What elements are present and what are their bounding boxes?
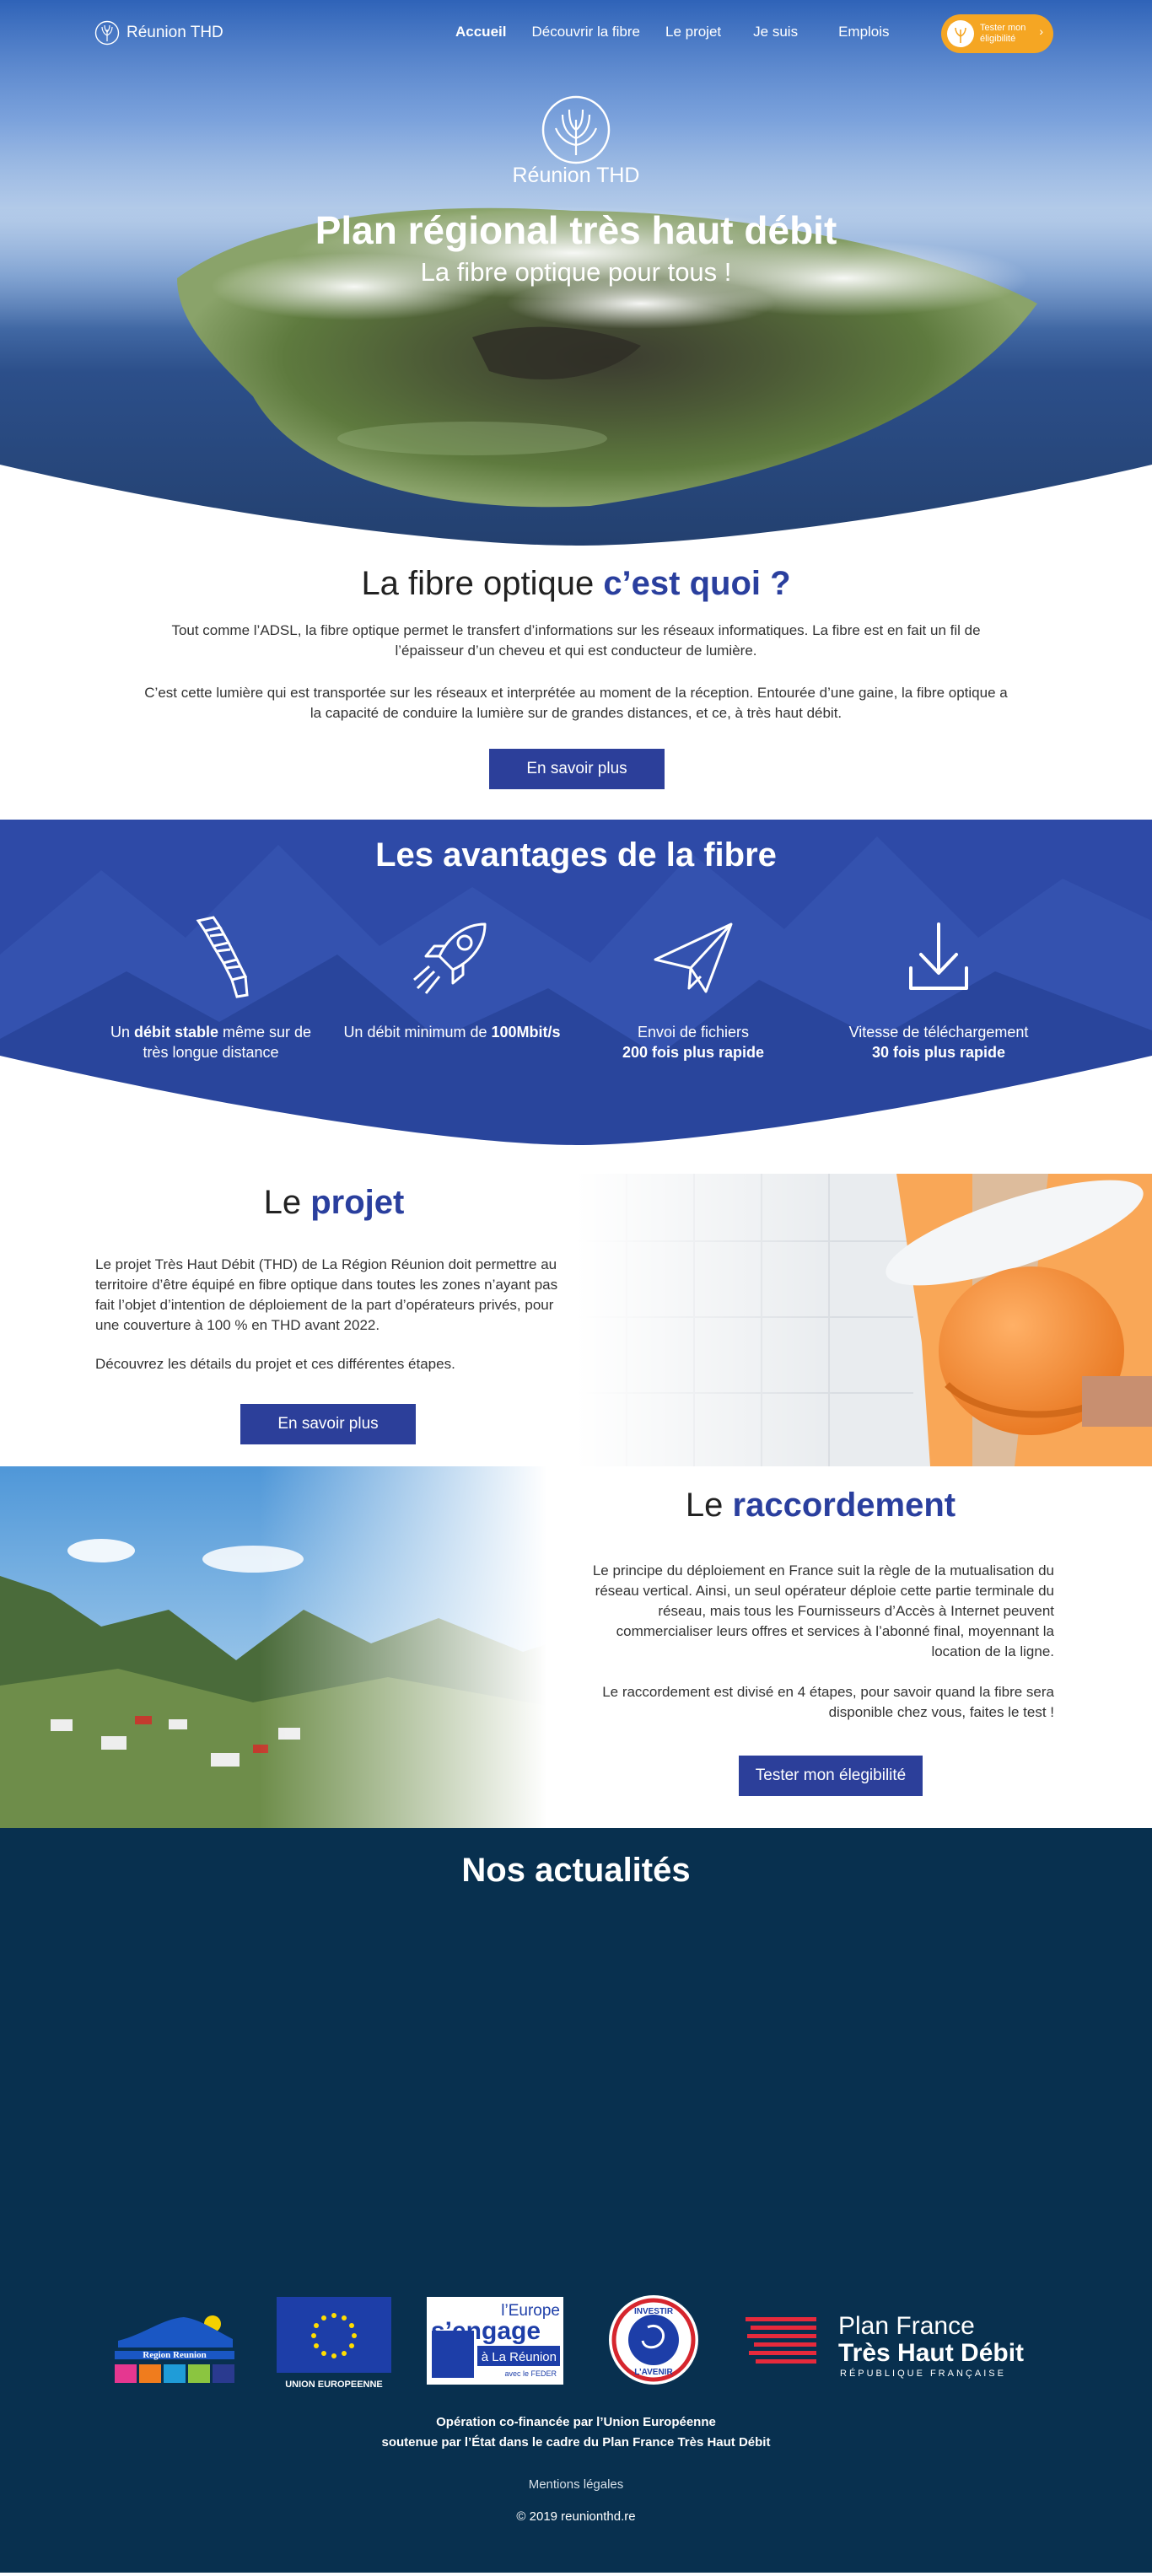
avantage-bold: 100Mbit/s <box>491 1024 561 1041</box>
avantage-text: Envoi de fichiers 200 fois plus rapide <box>584 1022 803 1062</box>
eligibility-button[interactable]: Tester mon éligibilité › <box>941 14 1053 53</box>
mentions-legales-link[interactable]: Mentions légales <box>529 2477 624 2492</box>
avantage-item: Un débit stable même sur de très longue … <box>101 912 320 1062</box>
avantage-bold: 200 fois plus rapide <box>622 1044 765 1061</box>
fibre-title: La fibre optique c’est quoi ? <box>0 565 1152 603</box>
site-logo[interactable]: Réunion THD <box>94 20 223 46</box>
tree-logo-icon <box>94 20 120 46</box>
avantage-text: Vitesse de téléchargement 30 fois plus r… <box>829 1022 1048 1062</box>
raccordement-title-bold: raccordement <box>732 1487 956 1524</box>
hero: Réunion THD Accueil Découvrir la fibre L… <box>0 0 1152 548</box>
raccordement-paragraph-1: Le principe du déploiement en France sui… <box>592 1562 1054 1659</box>
avantages-title-light: Les <box>375 836 444 874</box>
village-landscape-photo <box>0 1466 576 1828</box>
plan-line-3: RÉPUBLIQUE FRANÇAISE <box>840 2368 1006 2379</box>
hero-title: Plan régional très haut débit <box>315 208 837 252</box>
eu-flag-icon: UNION EUROPEENNE <box>277 2297 391 2390</box>
chevron-right-icon: › <box>1039 24 1043 38</box>
hero-subtitle: La fibre optique pour tous ! <box>420 257 732 287</box>
eligibility-line-1: Tester mon <box>980 23 1026 33</box>
region-reunion-logo[interactable]: Region Reunion <box>111 2300 238 2391</box>
top-navigation: Réunion THD Accueil Découvrir la fibre L… <box>0 0 1152 67</box>
avantage-pre: Un débit minimum de <box>343 1024 492 1041</box>
nav-link-je-suis[interactable]: Je suis <box>753 24 798 40</box>
hero-wave <box>0 465 1152 548</box>
raccordement-paragraph-2: Le raccordement est divisé en 4 étapes, … <box>602 1684 1054 1720</box>
nav-link-projet[interactable]: Le projet <box>665 24 721 40</box>
investir-top-text: INVESTIR <box>634 2307 674 2316</box>
fibre-title-light: La fibre optique <box>361 565 604 602</box>
actualites-title-light: Nos <box>461 1852 536 1889</box>
region-reunion-logo-graphic: Region Reunion <box>115 2315 234 2383</box>
region-reunion-text: Region Reunion <box>143 2350 207 2360</box>
actualites-title: Nos actualités <box>0 1852 1152 1890</box>
raccordement-title-light: Le <box>685 1487 733 1524</box>
footer-copyright: © 2019 reunionthd.re <box>516 2509 636 2524</box>
construction-worker-photo <box>576 1174 1152 1466</box>
fibre-learn-more-button[interactable]: En savoir plus <box>489 749 665 789</box>
paper-plane-icon <box>654 922 733 993</box>
rocket-icon <box>413 922 487 994</box>
avantages-title-bold: avantages de la fibre <box>443 836 777 874</box>
footer-etat-line: soutenue par l’État dans le cadre du Pla… <box>381 2435 771 2450</box>
footer-legal-row: Mentions légales <box>0 2477 1152 2492</box>
fibre-paragraph-1: Tout comme l’ADSL, la fibre optique perm… <box>171 622 981 659</box>
avantage-text: Un débit minimum de 100Mbit/s <box>342 1022 562 1042</box>
actualites-section: Nos actualités Region Reunion UNION EURO… <box>0 1828 1152 2573</box>
fiber-cable-icon <box>196 916 249 998</box>
avantage-pre: Vitesse de téléchargement <box>848 1024 1029 1041</box>
avantage-pre: Un <box>110 1024 134 1041</box>
fibre-title-bold: c’est quoi ? <box>603 565 791 602</box>
avantage-pre: Envoi de fichiers <box>637 1024 750 1041</box>
fibre-paragraph-2: C’est cette lumière qui est transportée … <box>144 685 1008 721</box>
footer-cofinance-line: Opération co-financée par l’Union Europé… <box>436 2415 716 2429</box>
europe-line-3: à La Réunion <box>482 2350 557 2364</box>
projet-title: Le projet <box>89 1184 579 1222</box>
main-menu: Accueil Découvrir la fibre Le projet Je … <box>455 24 915 40</box>
avantage-item: Envoi de fichiers 200 fois plus rapide <box>584 912 803 1062</box>
projet-paragraph-2: Découvrez les détails du projet et ces d… <box>95 1356 455 1372</box>
tree-logo-icon <box>541 95 611 164</box>
investir-bottom-text: L’AVENIR <box>634 2368 673 2377</box>
projet-title-light: Le <box>263 1184 311 1221</box>
projet-title-bold: projet <box>310 1184 405 1221</box>
avantage-text: Un débit stable même sur de très longue … <box>101 1022 320 1062</box>
fibre-section: La fibre optique c’est quoi ? Tout comme… <box>0 548 1152 820</box>
nav-link-decouvrir[interactable]: Découvrir la fibre <box>531 24 640 40</box>
avantage-item: Un débit minimum de 100Mbit/s <box>342 912 562 1042</box>
actualites-title-bold: actualités <box>535 1852 691 1889</box>
download-icon <box>909 922 968 990</box>
eligibility-line-2: éligibilité <box>980 34 1016 44</box>
brand-name: Réunion THD <box>127 24 223 41</box>
union-europeenne-text: UNION EUROPEENNE <box>285 2380 383 2390</box>
hero-logo-text: Réunion THD <box>512 164 640 187</box>
plan-line-2: Très Haut Débit <box>838 2339 1024 2367</box>
projet-paragraph-1: Le projet Très Haut Débit (THD) de La Ré… <box>95 1256 558 1333</box>
europe-sengage-graphic: l’Europe s’engage à La Réunion avec le F… <box>427 2297 563 2385</box>
eligibility-button-label: Tester mon éligibilité <box>980 23 1025 45</box>
plan-france-thd-graphic: Plan France Très Haut Débit RÉPUBLIQUE F… <box>746 2312 1024 2379</box>
europe-line-2: s’engage <box>431 2317 541 2345</box>
test-eligibility-button[interactable]: Tester mon élegibilité <box>739 1756 923 1796</box>
projet-section: Le projet Le projet Très Haut Débit (THD… <box>0 1174 1152 1466</box>
nav-link-accueil[interactable]: Accueil <box>455 24 506 40</box>
avantages-section: Les avantages de la fibre Un débit stabl… <box>0 820 1152 1174</box>
avantage-bold: débit stable <box>133 1024 218 1041</box>
plan-line-1: Plan France <box>838 2312 975 2340</box>
raccordement-section: Le raccordement Le principe du déploieme… <box>0 1466 1152 1828</box>
nav-link-emplois[interactable]: Emplois <box>838 24 889 40</box>
raccordement-title: Le raccordement <box>576 1487 1065 1525</box>
europe-sengage-logo[interactable]: l’Europe s’engage à La Réunion avec le F… <box>427 2297 563 2385</box>
hero-logo: Réunion THD <box>0 94 1152 188</box>
union-europeenne-logo[interactable]: UNION EUROPEENNE <box>275 2297 393 2391</box>
investir-avenir-logo[interactable]: INVESTIR L’AVENIR <box>607 2294 700 2386</box>
avantages-title: Les avantages de la fibre <box>0 836 1152 874</box>
avantage-bold: 30 fois plus rapide <box>871 1044 1006 1061</box>
plan-france-thd-logo[interactable]: Plan France Très Haut Débit RÉPUBLIQUE F… <box>746 2300 1049 2381</box>
investir-avenir-graphic: INVESTIR L’AVENIR <box>609 2295 698 2385</box>
tree-logo-icon <box>947 20 974 47</box>
europe-line-4: avec le FEDER <box>504 2369 557 2378</box>
projet-learn-more-button[interactable]: En savoir plus <box>240 1404 416 1444</box>
avantage-item: Vitesse de téléchargement 30 fois plus r… <box>829 912 1048 1062</box>
